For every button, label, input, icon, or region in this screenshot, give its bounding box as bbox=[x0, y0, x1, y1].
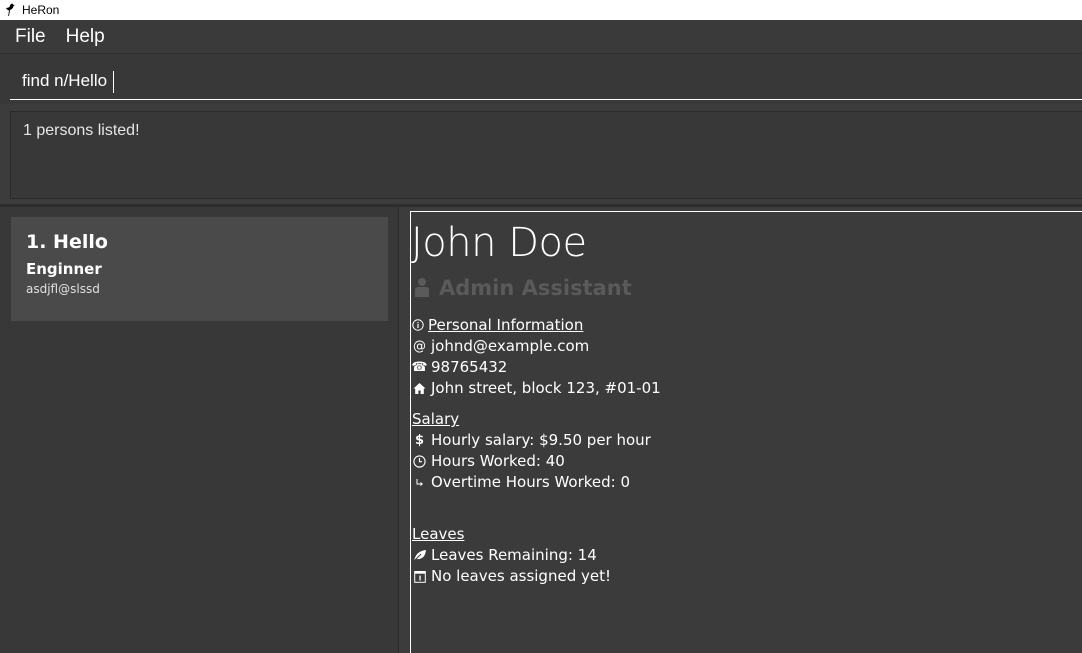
person-card-role: Enginner bbox=[26, 260, 102, 278]
person-list-panel[interactable]: 1. Hello Enginner asdjfl@slssd bbox=[0, 207, 399, 653]
hourly-salary-row: $ Hourly salary: $9.50 per hour bbox=[412, 431, 651, 449]
overtime-value: Overtime Hours Worked: 0 bbox=[431, 473, 631, 491]
person-icon bbox=[413, 277, 431, 299]
hours-worked-row: Hours Worked: 40 bbox=[412, 452, 565, 470]
menu-help[interactable]: Help bbox=[58, 26, 113, 48]
salary-heading: Salary bbox=[412, 410, 459, 428]
detail-role-text: Admin Assistant bbox=[439, 276, 632, 300]
text-caret bbox=[113, 71, 114, 93]
address-row: John street, block 123, #01-01 bbox=[412, 379, 661, 397]
person-detail-panel: John Doe Admin Assistant Personal Inform… bbox=[410, 211, 1082, 653]
window-title: HeRon bbox=[22, 3, 60, 17]
at-icon: @ bbox=[413, 338, 426, 354]
leaf-icon bbox=[412, 548, 427, 563]
leaves-heading-text: Leaves bbox=[412, 525, 465, 543]
command-input[interactable] bbox=[10, 62, 1082, 100]
hourly-salary-value: Hourly salary: $9.50 per hour bbox=[431, 431, 651, 449]
person-card-email: asdjfl@slssd bbox=[26, 282, 100, 296]
detail-name: John Doe bbox=[411, 220, 587, 266]
result-message: 1 persons listed! bbox=[23, 122, 140, 139]
detail-role: Admin Assistant bbox=[413, 276, 632, 300]
person-card[interactable]: 1. Hello Enginner asdjfl@slssd bbox=[11, 217, 388, 321]
overtime-arrow-icon bbox=[412, 475, 427, 490]
salary-heading-text: Salary bbox=[412, 410, 460, 428]
leaves-heading: Leaves bbox=[412, 525, 464, 543]
info-icon bbox=[412, 318, 425, 332]
menu-file[interactable]: File bbox=[7, 26, 54, 48]
result-display[interactable]: 1 persons listed! bbox=[10, 111, 1082, 199]
menu-bar: File Help bbox=[0, 20, 1082, 54]
person-card-name: 1. Hello bbox=[26, 231, 108, 253]
home-icon bbox=[412, 381, 427, 396]
email-row: @ johnd@example.com bbox=[412, 337, 589, 355]
hours-worked-value: Hours Worked: 40 bbox=[431, 452, 565, 470]
leaves-assigned-value: No leaves assigned yet! bbox=[431, 567, 611, 585]
clock-icon bbox=[412, 454, 427, 469]
window-titlebar: HeRon bbox=[0, 0, 1082, 20]
leaves-assigned-row: No leaves assigned yet! bbox=[412, 567, 611, 585]
address-value: John street, block 123, #01-01 bbox=[431, 379, 661, 397]
leaves-remaining-value: Leaves Remaining: 14 bbox=[431, 546, 597, 564]
personal-info-heading-text: Personal Information bbox=[428, 316, 584, 334]
personal-info-heading: Personal Information bbox=[412, 316, 583, 334]
calendar-icon bbox=[412, 569, 427, 584]
phone-icon: ☎ bbox=[411, 359, 428, 375]
email-value: johnd@example.com bbox=[431, 337, 590, 355]
heron-icon bbox=[3, 2, 17, 18]
phone-row: ☎ 98765432 bbox=[411, 358, 508, 376]
command-box bbox=[0, 54, 1082, 104]
overtime-row: Overtime Hours Worked: 0 bbox=[412, 473, 630, 491]
dollar-icon: $ bbox=[414, 432, 425, 448]
phone-value: 98765432 bbox=[431, 358, 508, 376]
leaves-remaining-row: Leaves Remaining: 14 bbox=[412, 546, 597, 564]
